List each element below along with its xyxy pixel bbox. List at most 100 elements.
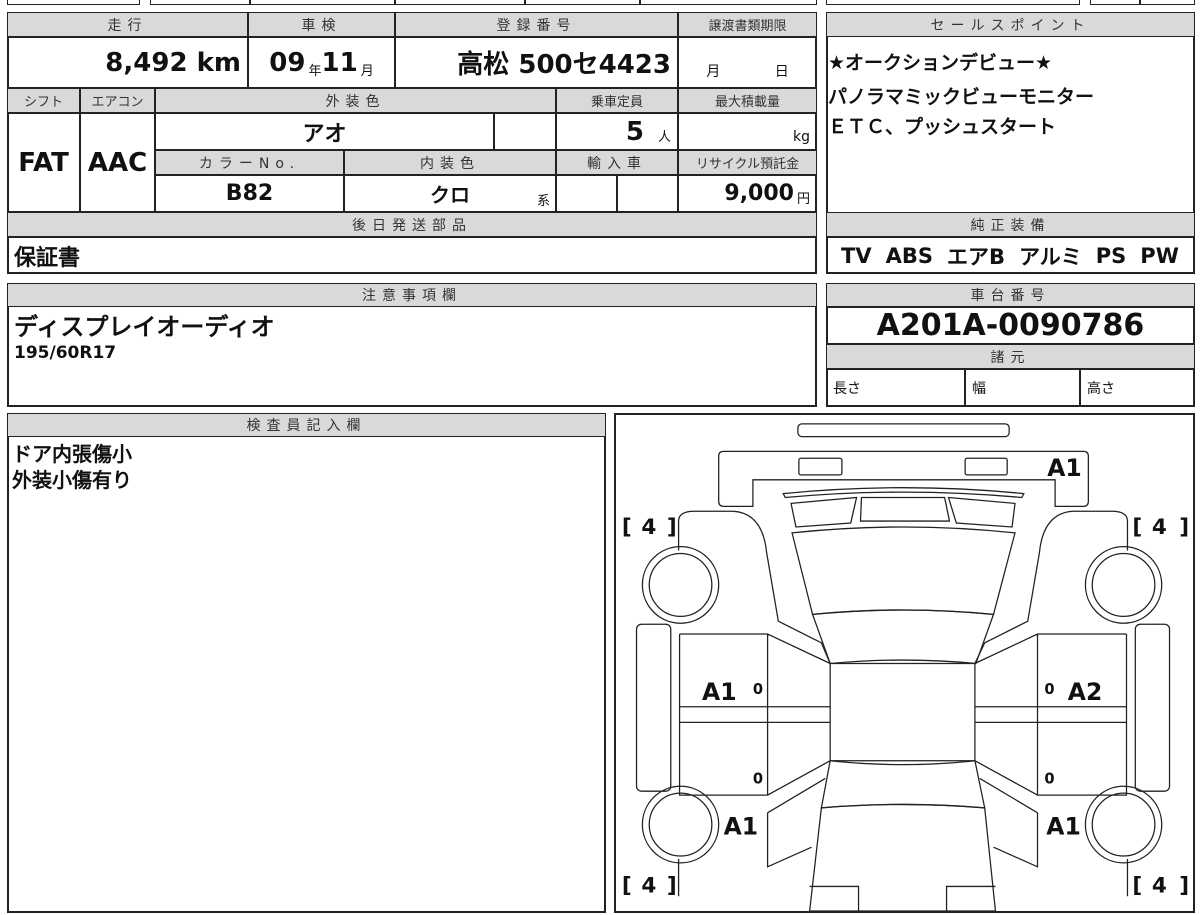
recycle-fee-label: リサイクル預託金 [678,150,817,175]
deadline-day-unit: 日 [774,64,789,80]
mileage-unit: km [196,47,241,78]
mark-front-bumper: A1 [1047,454,1081,482]
color-no-value: B82 [155,175,344,212]
tire-rear-left [641,785,720,864]
top-cell [1140,0,1195,5]
tread-rear-left: 4 [641,873,656,898]
trunk [808,803,997,912]
import-label: 輸入車 [556,150,678,175]
inspector-line: 外装小傷有り [12,468,132,492]
notes-line: 195/60R17 [14,343,117,363]
right-sill [1134,623,1171,792]
equipment-item: PW [1140,243,1179,268]
tread-front-right: 4 [1152,515,1167,540]
door-zero: 0 [1044,681,1054,698]
roof [829,662,976,762]
equipment-item: TV [841,243,872,268]
spec-width: 幅 [965,369,1080,407]
rear-bumper [809,885,996,911]
notes-label: 注意事項欄 [7,283,817,307]
inspector-label: 検査員記入欄 [7,413,606,437]
door-zero: 0 [753,681,763,698]
specs-label: 諸元 [826,344,1195,369]
spec-height: 高さ [1080,369,1195,407]
top-cell [640,0,817,5]
capacity-unit: 人 [657,130,671,145]
bracket: ] [667,515,677,540]
exterior-color-label: 外装色 [155,88,556,113]
wheel-front-right [1091,552,1156,617]
left-front-fender [677,510,831,664]
exterior-color-extra [494,113,556,150]
equipment-item: ABS [885,243,933,268]
damage-diagram: A1 A1 A2 A1 A1 0 0 0 0 [4] [4] [4] [4] [614,413,1195,913]
sales-point-line: ＥＴＣ、プッシュスタート [828,116,1057,138]
wheel-front-left [648,552,713,617]
equipment-item: エアB [946,244,1005,269]
top-cell [150,0,250,5]
month-unit: 月 [360,64,374,79]
aircon-label: エアコン [80,88,155,113]
equipment-list: TV ABS エアB アルミ PS PW [826,237,1195,274]
mark-left-rear: A1 [724,812,758,840]
spec-length: 長さ [826,369,965,407]
capacity-number: 5 [625,116,644,147]
year-unit: 年 [308,64,322,79]
aircon-value: AAC [80,113,155,212]
interior-color-suffix: 系 [536,194,550,209]
hood [791,526,1016,616]
wheel-rear-right [1091,792,1156,857]
rear-window [820,760,986,809]
recycle-fee-value: 9,000 円 [678,175,817,212]
max-load-label: 最大積載量 [678,88,817,113]
tire-front-left [641,545,720,624]
sales-point-line: パノラマミックビューモニター [828,86,1095,108]
inspection-year: 09 [269,47,306,78]
bracket: [ [1132,873,1142,898]
bracket: [ [622,873,632,898]
left-sill [635,623,672,792]
top-cell [250,0,395,5]
tire-rear-right [1084,785,1163,864]
door-zero: 0 [753,770,763,787]
sales-points-label: セールスポイント [826,12,1195,37]
mileage-number: 8,492 [105,47,188,78]
door-zero: 0 [1044,770,1054,787]
top-cell [1090,0,1140,5]
bracket: ] [667,873,677,898]
recycle-fee-unit: 円 [796,192,810,207]
car-diagram-svg: A1 A1 A2 A1 A1 0 0 0 0 [4] [4] [4] [4] [622,423,1189,912]
sales-point-line: ★オークションデビュー★ [828,52,1053,74]
top-cell [525,0,640,5]
equipment-item: アルミ [1018,244,1082,269]
interior-color-text: クロ [430,183,470,207]
bracket: [ [1132,515,1142,540]
shift-value: FAT [7,113,80,212]
later-parts-label: 後日発送部品 [7,212,817,237]
mark-left-front-door: A1 [702,678,736,706]
inspection-month: 11 [321,47,358,78]
deadline-month-unit: 月 [706,64,721,80]
registration-value: 高松 500セ4423 [395,37,678,88]
recycle-fee-number: 9,000 [724,181,794,206]
tread-front-left: 4 [641,515,656,540]
top-cell [395,0,525,5]
bracket: ] [1179,515,1189,540]
max-load-value: kg [678,113,817,150]
import-cell-1 [556,175,617,212]
front-lamp-left [790,496,858,528]
top-cell [7,0,140,5]
exterior-color-value: アオ [155,113,494,150]
notes-line: ディスプレイオーディオ [14,313,275,341]
transfer-deadline-value: 月日 [678,37,817,88]
mileage-value: 8,492 km [7,37,248,88]
grille [782,487,1025,499]
bracket: ] [1179,873,1189,898]
chassis-value: A201A-0090786 [826,307,1195,344]
headlight-left [798,457,843,476]
mark-right-front-door: A2 [1068,678,1102,706]
wheel-rear-left [648,792,713,857]
mileage-label: 走行 [7,12,248,37]
inspection-label: 車検 [248,12,395,37]
interior-color-value: クロ 系 [344,175,556,212]
